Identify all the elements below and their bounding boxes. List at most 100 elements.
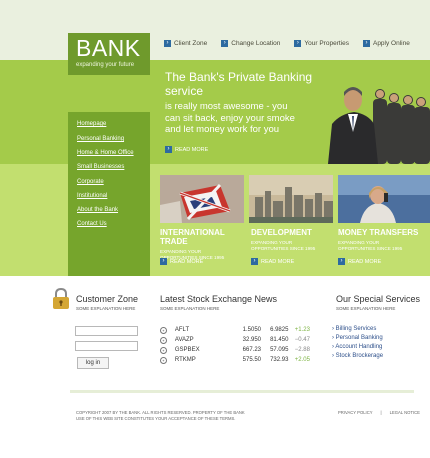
city-photo xyxy=(249,175,333,223)
section-title: DEVELOPMENT xyxy=(251,228,312,237)
table-row[interactable]: + RTKMP 575.50 732.93 +2.05 xyxy=(160,355,310,365)
section-money-transfers: MONEY TRANSFERS EXPANDING YOUR OPPORTUNI… xyxy=(338,228,428,252)
list-item[interactable]: › Billing Services xyxy=(332,325,383,334)
read-more-label: READ MORE xyxy=(175,146,209,153)
hero-title: The Bank's Private Banking service xyxy=(165,70,335,98)
login-button[interactable]: log in xyxy=(77,357,109,369)
read-more-label: READ MORE xyxy=(348,258,382,265)
nav-label: Client Zone xyxy=(174,39,208,47)
username-field[interactable] xyxy=(75,326,138,336)
stock-value: 81.450 xyxy=(270,337,289,343)
footer-separator: | xyxy=(380,410,382,415)
customer-zone-title: Customer Zone xyxy=(76,294,139,304)
hero-read-more[interactable]: › READ MORE xyxy=(165,146,208,153)
nav-change-location[interactable]: › Change Location xyxy=(221,37,280,49)
section-read-more[interactable]: › READ MORE xyxy=(251,258,294,265)
stock-name: RTKMP xyxy=(174,357,196,363)
stock-name: AVAZP xyxy=(174,337,194,343)
read-more-label: READ MORE xyxy=(170,258,204,265)
list-item[interactable]: › Account Handling xyxy=(332,343,383,352)
nav-your-properties[interactable]: › Your Properties xyxy=(294,37,349,49)
services-list: › Billing Services › Personal Banking › … xyxy=(332,325,383,361)
logo-tagline: expanding your future xyxy=(76,62,135,68)
stock-change: +2.05 xyxy=(294,357,310,363)
stock-value: 1.5050 xyxy=(242,327,262,333)
service-label: Stock Brockerage xyxy=(335,353,384,359)
section-sub: OPPORTUNITIES SINCE 1995 xyxy=(251,246,316,251)
hero-title-line: The Bank's Private Banking xyxy=(165,70,313,84)
arrow-right-icon: › xyxy=(164,39,171,47)
sidebar-item-institutional[interactable]: Institutional xyxy=(77,193,107,199)
flags-photo xyxy=(160,175,244,223)
section-read-more[interactable]: › READ MORE xyxy=(338,258,381,265)
section-title: INTERNATIONAL TRADE xyxy=(160,228,225,246)
sidebar-item-home-office[interactable]: Home & Home Office xyxy=(77,150,134,156)
business-people-image xyxy=(320,72,430,164)
hero-text: is really most awesome - you can sit bac… xyxy=(165,101,325,136)
plus-icon: + xyxy=(160,336,167,344)
stock-value: 6.9825 xyxy=(270,327,289,333)
sidebar-item-small-businesses[interactable]: Small Businesses xyxy=(77,164,124,170)
table-row[interactable]: + AVAZP 32.950 81.450 −0.47 xyxy=(160,335,310,345)
stock-value: 32.950 xyxy=(242,337,262,343)
stock-value: 575.50 xyxy=(242,357,262,363)
stock-name: GSPBEX xyxy=(174,347,200,353)
service-label: Account Handling xyxy=(335,344,383,350)
nav-label: Apply Online xyxy=(372,39,410,47)
sidebar-item-homepage[interactable]: Homepage xyxy=(77,121,106,127)
nav-client-zone[interactable]: › Client Zone xyxy=(164,37,207,49)
footer-links: PRIVACY POLICY | LEGAL NOTICE xyxy=(338,410,420,416)
hero-text-line: can sit back, enjoy your smoke xyxy=(165,112,295,124)
logo-title: BANK xyxy=(76,35,141,61)
stock-name: AFLT xyxy=(174,327,190,333)
legal-notice-link[interactable]: LEGAL NOTICE xyxy=(390,410,420,416)
footer-divider xyxy=(70,390,414,393)
stocks-sub: SOME EXPLANATION HERE xyxy=(160,306,220,311)
customer-zone-sub: SOME EXPLANATION HERE xyxy=(76,306,136,311)
password-field[interactable] xyxy=(75,341,138,351)
hero-title-line: service xyxy=(165,84,204,98)
footer-copy-line: USE OF THIS WEB SITE CONSTITUTES YOUR AC… xyxy=(76,416,236,421)
section-development: DEVELOPMENT EXPANDING YOUR OPPORTUNITIES… xyxy=(251,228,335,252)
hero-text-line: and let money work for you xyxy=(165,124,280,135)
nav-label: Change Location xyxy=(231,39,281,47)
nav-apply-online[interactable]: › Apply Online xyxy=(362,37,410,49)
sidebar-item-personal-banking[interactable]: Personal Banking xyxy=(77,136,124,142)
privacy-policy-link[interactable]: PRIVACY POLICY xyxy=(338,410,373,416)
section-title: MONEY TRANSFERS xyxy=(338,228,419,237)
stocks-title: Latest Stock Exchange News xyxy=(160,294,278,304)
hero-text-line: is really most awesome - you xyxy=(165,101,288,112)
top-navigation: › Client Zone › Change Location › Your Prop… xyxy=(164,37,424,49)
plus-icon: + xyxy=(160,346,167,354)
section-international-trade: INTERNATIONAL TRADE EXPANDING YOUR OPPOR… xyxy=(160,228,246,261)
list-item[interactable]: › Personal Banking xyxy=(332,334,383,343)
sidebar-item-corporate[interactable]: Corporate xyxy=(77,179,104,185)
read-more-label: READ MORE xyxy=(261,258,295,265)
arrow-right-icon: › xyxy=(338,258,345,265)
arrow-right-icon: › xyxy=(251,258,258,265)
bank-logo[interactable]: BANK expanding your future xyxy=(68,33,150,75)
service-label: Personal Banking xyxy=(335,335,383,341)
sidebar-item-contact[interactable]: Contact Us xyxy=(77,221,107,227)
list-item[interactable]: › Stock Brockerage xyxy=(332,352,383,361)
arrow-right-icon: › xyxy=(294,39,302,47)
padlock-icon xyxy=(52,287,70,315)
arrow-right-icon: › xyxy=(165,146,172,153)
woman-on-phone-photo xyxy=(338,175,430,223)
table-row[interactable]: + AFLT 1.5050 6.9825 +1.23 xyxy=(160,325,310,335)
arrow-right-icon: › xyxy=(362,39,370,47)
plus-icon: + xyxy=(160,356,167,364)
service-label: Billing Services xyxy=(335,326,377,332)
section-read-more[interactable]: › READ MORE xyxy=(160,258,203,265)
nav-label: Your Properties xyxy=(304,39,349,47)
sidebar-item-about[interactable]: About the Bank xyxy=(77,207,118,213)
stock-value: 667.23 xyxy=(242,347,262,353)
table-row[interactable]: + GSPBEX 667.23 57.095 −2.88 xyxy=(160,345,310,355)
sidebar-nav: Homepage Personal Banking Home & Home Of… xyxy=(68,112,150,276)
top-band xyxy=(0,0,430,60)
footer-copyright: COPYRIGHT 2007 BY THE BANK. ALL RIGHTS R… xyxy=(76,410,245,422)
plus-icon: + xyxy=(160,326,167,334)
arrow-right-icon: › xyxy=(221,39,229,47)
stock-change: −0.47 xyxy=(294,337,310,343)
stock-value: 57.095 xyxy=(270,347,289,353)
